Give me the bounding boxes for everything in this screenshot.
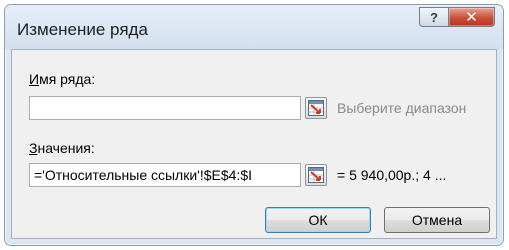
dialog-title: Изменение ряда <box>17 20 148 39</box>
series-name-accelerator: И <box>29 71 40 87</box>
series-name-range-button[interactable] <box>305 97 327 119</box>
close-button[interactable]: ✕ <box>449 7 495 27</box>
cancel-button[interactable]: Отмена <box>384 207 490 233</box>
edit-series-dialog: Изменение ряда ? ✕ Имя ряда: Выберите ди… <box>4 4 504 246</box>
close-icon: ✕ <box>465 9 478 26</box>
ok-button[interactable]: ОК <box>265 207 371 233</box>
collapse-dialog-icon <box>308 100 324 116</box>
series-name-label-text: мя ряда: <box>39 71 96 87</box>
title-bar[interactable]: Изменение ряда ? ✕ <box>5 5 503 49</box>
help-button[interactable]: ? <box>419 7 449 27</box>
question-icon: ? <box>430 9 438 25</box>
series-name-input[interactable] <box>29 96 301 120</box>
caption-buttons: ? ✕ <box>419 7 495 29</box>
series-values-input[interactable]: ='Относительные ссылки'!$E$4:$I <box>29 163 301 187</box>
series-values-label-text: начения: <box>37 140 95 156</box>
collapse-dialog-icon <box>308 167 324 183</box>
series-values-range-button[interactable] <box>305 164 327 186</box>
series-name-label: Имя ряда: <box>29 71 95 87</box>
dialog-body: Имя ряда: Выберите диапазон Значения: ='… <box>11 49 497 239</box>
series-values-preview: = 5 940,00р.; 4 ... <box>337 167 447 183</box>
series-name-hint: Выберите диапазон <box>337 100 467 116</box>
series-values-label: Значения: <box>29 140 95 156</box>
